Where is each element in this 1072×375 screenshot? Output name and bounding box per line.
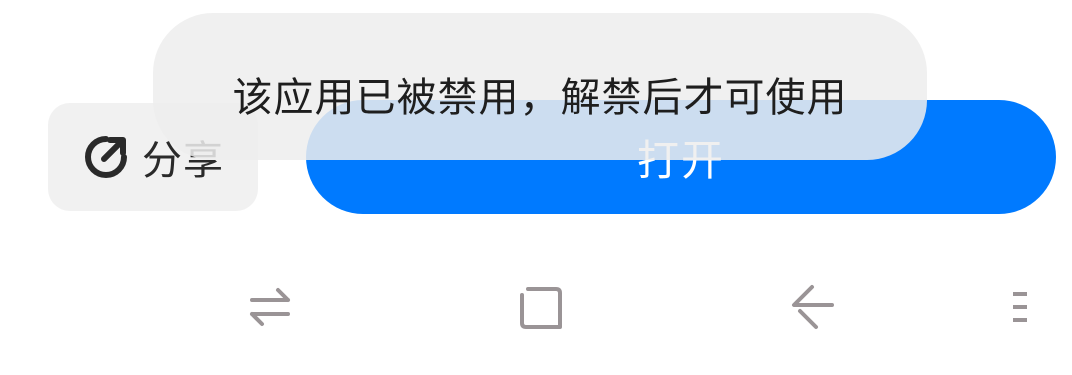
app-detail-bottom-area: 分享 打开 该应用已被禁用，解禁后才可使用 bbox=[0, 0, 1072, 375]
toast-text: 该应用已被禁用，解禁后才可使用 bbox=[232, 75, 848, 121]
share-icon bbox=[82, 133, 130, 181]
back-arrow-icon[interactable] bbox=[780, 277, 840, 337]
navigation-bar bbox=[0, 262, 1072, 352]
switch-apps-icon[interactable] bbox=[240, 277, 300, 337]
home-square-icon[interactable] bbox=[510, 277, 570, 337]
toast-message: 该应用已被禁用，解禁后才可使用 bbox=[153, 13, 927, 160]
menu-lines-icon[interactable] bbox=[1000, 277, 1040, 337]
